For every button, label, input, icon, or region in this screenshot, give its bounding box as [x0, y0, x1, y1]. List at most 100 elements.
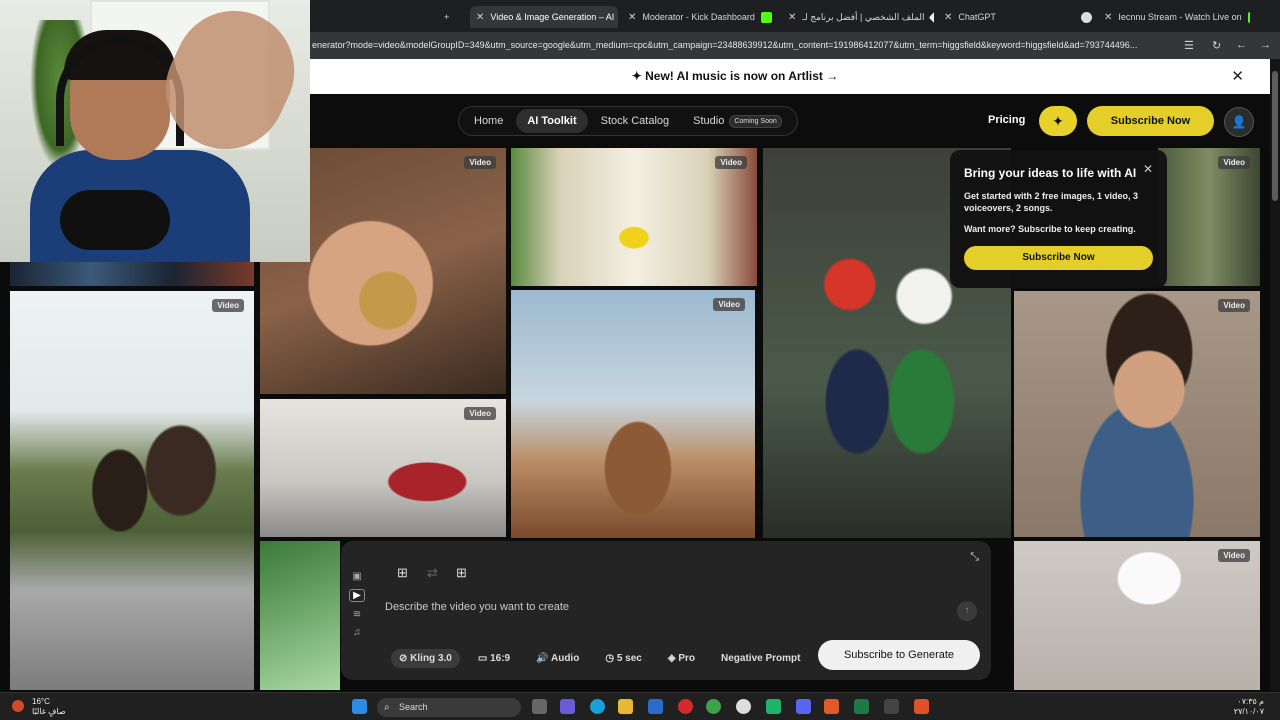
tab-chatgpt[interactable]: ✕ ChatGPT [944, 6, 1092, 28]
aspect-ratio-label: 16:9 [490, 653, 511, 664]
duration-selector[interactable]: ◷ 5 sec [597, 649, 650, 668]
close-icon[interactable]: ✕ [1231, 67, 1244, 85]
tab-kick-dashboard[interactable]: ✕ Moderator - Kick Dashboard [628, 6, 772, 28]
reload-icon[interactable]: ↻ [1212, 39, 1221, 52]
diamond-favicon-icon [928, 9, 934, 25]
subscribe-to-generate-button[interactable]: Subscribe to Generate [818, 640, 980, 670]
back-icon[interactable]: ← [1236, 39, 1247, 51]
close-icon[interactable]: ✕ [944, 12, 952, 23]
video-mode-icon[interactable]: ▶ [349, 589, 365, 602]
collapse-icon[interactable]: ⤡ [970, 551, 979, 564]
page-scrollbar[interactable] [1270, 59, 1280, 691]
tab-kick-stream[interactable]: ✕ Iecnnu Stream - Watch Live on [1104, 6, 1250, 28]
subscribe-now-button[interactable]: Subscribe Now [1087, 106, 1214, 136]
obs-icon[interactable] [736, 699, 751, 714]
gallery-tile-film[interactable]: Video [1014, 291, 1260, 537]
gallery-tile-chairs[interactable]: Video [260, 399, 506, 537]
aspect-ratio-icon: ▭ [477, 653, 488, 664]
extensions-icon[interactable]: ☰ [1184, 39, 1194, 52]
url-field[interactable]: enerator?mode=video&modelGroupID=349&utm… [312, 40, 1178, 50]
taskbar-search[interactable]: ⌕ Search [377, 698, 521, 717]
tab-label: ChatGPT [958, 12, 996, 22]
close-icon[interactable]: ✕ [788, 12, 796, 23]
gallery-tile-fight[interactable]: Video [10, 291, 254, 690]
gem-icon: ◈ [667, 653, 676, 664]
model-label: Kling 3.0 [410, 653, 452, 664]
nav-studio[interactable]: Studio Coming Soon [682, 109, 793, 134]
user-icon: 👤 [1231, 115, 1247, 129]
aspect-ratio-selector[interactable]: ▭ 16:9 [470, 649, 518, 668]
edge-icon[interactable] [590, 699, 605, 714]
gallery-tile-ceiling[interactable]: Video [1014, 541, 1260, 690]
video-badge: Video [715, 156, 747, 169]
streaming-app-icon[interactable] [824, 699, 839, 714]
start-frame-icon[interactable]: ⊞ [397, 565, 408, 581]
sparkle-button[interactable]: ✦ [1039, 106, 1077, 136]
user-avatar[interactable]: 👤 [1224, 107, 1254, 137]
store-icon[interactable] [648, 699, 663, 714]
tab-higgsfield[interactable]: ✕ Video & Image Generation – AI [470, 6, 618, 28]
nav-ai-toolkit[interactable]: AI Toolkit [516, 109, 588, 133]
video-badge: Video [464, 407, 496, 420]
app-icon[interactable] [766, 699, 781, 714]
video-badge: Video [713, 298, 745, 311]
screen: + ✕ Video & Image Generation – AI ✕ Mode… [0, 0, 1280, 720]
close-icon[interactable]: ✕ [1143, 162, 1153, 176]
temperature: 16°C [32, 697, 50, 706]
tab-label: الملف الشخصي | أفضل برنامج لـ [802, 11, 925, 22]
scrollbar-thumb[interactable] [1272, 71, 1278, 201]
task-view-icon[interactable] [532, 699, 547, 714]
excel-icon[interactable] [854, 699, 869, 714]
promo-subscribe-button[interactable]: Subscribe Now [964, 246, 1153, 270]
chrome-icon[interactable] [706, 699, 721, 714]
taskbar-clock[interactable]: م ٠٧:٣٥ ٢٧/١٠/٠٧ [1234, 697, 1264, 717]
audio-toggle[interactable]: 🔊 Audio [528, 649, 587, 668]
gallery-tile-green[interactable] [260, 541, 340, 690]
nav-stock-catalog[interactable]: Stock Catalog [590, 109, 680, 133]
audio-mode-icon[interactable]: ≋ [349, 609, 365, 620]
gallery-tile-room[interactable]: Video [1158, 148, 1260, 286]
app-icon[interactable] [884, 699, 899, 714]
nav-home[interactable]: Home [463, 109, 514, 133]
app-icon[interactable] [914, 699, 929, 714]
forward-icon[interactable]: → [1260, 39, 1271, 51]
teams-icon[interactable] [560, 699, 575, 714]
nav-studio-label: Studio [693, 115, 725, 127]
video-badge: Video [464, 156, 496, 169]
windows-taskbar: 16°C صافٍ غالبًا ⌕ Search م ٠٧:٣٥ ٢٧/١٠/… [0, 692, 1280, 720]
kick-favicon-icon [760, 11, 772, 23]
chatgpt-favicon-icon [1081, 11, 1092, 23]
announcement-text[interactable]: ✦ New! AI music is now on Artlist → [310, 69, 1160, 83]
site-header: Home AI Toolkit Stock Catalog Studio Com… [310, 94, 1270, 148]
model-selector[interactable]: ⊘ Kling 3.0 [391, 649, 460, 668]
announcement-bar[interactable]: ✦ New! AI music is now on Artlist → ✕ [310, 59, 1270, 94]
weather-widget[interactable]: 16°C صافٍ غالبًا [12, 697, 66, 717]
pricing-link[interactable]: Pricing [988, 114, 1025, 126]
image-mode-icon[interactable]: ▣ [349, 571, 365, 582]
negative-prompt-button[interactable]: Negative Prompt [713, 649, 808, 668]
gallery-tile-cowboy[interactable]: Video [511, 290, 755, 538]
music-mode-icon[interactable]: ♫ [349, 627, 365, 638]
prompt-options: ⊘ Kling 3.0 ▭ 16:9 🔊 Audio ◷ 5 sec ◈ Pro… [391, 649, 808, 668]
main-nav: Home AI Toolkit Stock Catalog Studio Com… [458, 106, 798, 136]
end-frame-icon[interactable]: ⊞ [456, 565, 467, 581]
weather-condition: صافٍ غالبًا [32, 707, 66, 716]
new-tab-button[interactable]: + [444, 6, 449, 28]
quality-selector[interactable]: ◈ Pro [660, 649, 703, 668]
file-explorer-icon[interactable] [618, 699, 633, 714]
close-icon[interactable]: ✕ [476, 12, 484, 23]
audio-label: Audio [550, 653, 580, 664]
swap-frames-icon[interactable]: ⇄ [427, 565, 438, 581]
discord-icon[interactable] [796, 699, 811, 714]
close-icon[interactable]: ✕ [1104, 12, 1112, 23]
send-icon[interactable]: ↑ [957, 601, 977, 621]
weather-icon [12, 700, 24, 712]
prompt-input[interactable] [385, 601, 945, 613]
tab-arabic-profile[interactable]: ✕ الملف الشخصي | أفضل برنامج لـ [788, 6, 934, 28]
gallery-tile-heels[interactable]: Video [511, 148, 757, 286]
gallery-tile[interactable] [10, 262, 254, 286]
windows-start-icon[interactable] [352, 699, 367, 714]
opera-icon[interactable] [678, 699, 693, 714]
close-icon[interactable]: ✕ [628, 12, 636, 23]
webcam-overlay [0, 0, 310, 262]
